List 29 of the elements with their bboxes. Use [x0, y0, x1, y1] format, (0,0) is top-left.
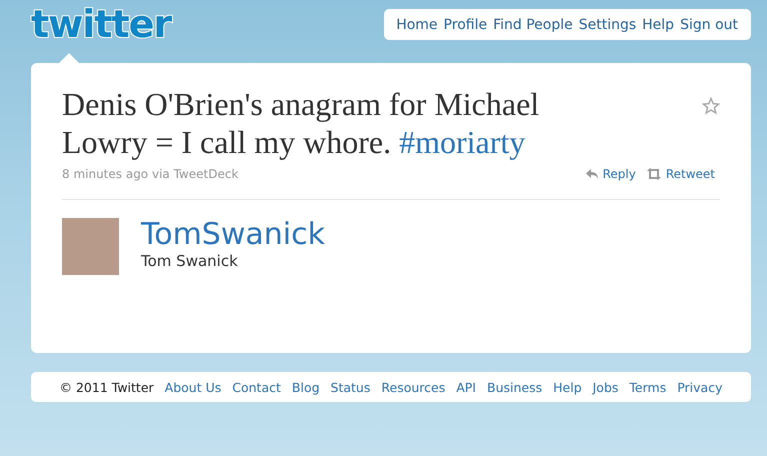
- footer-link[interactable]: Terms: [629, 380, 666, 394]
- tweet-text: Denis O'Brien's anagram for Michael Lowry = I call my whore. #moriarty: [62, 85, 540, 161]
- reply-arrow-icon[interactable]: [584, 168, 599, 180]
- nav-link[interactable]: Settings: [578, 17, 636, 33]
- nav-link[interactable]: Help: [642, 17, 674, 33]
- footer-link[interactable]: About Us: [164, 380, 222, 394]
- footer-link[interactable]: Privacy: [677, 380, 722, 394]
- nav-link[interactable]: Home: [396, 17, 438, 33]
- copyright-text: © 2011 Twitter: [60, 380, 154, 394]
- footer-link[interactable]: Business: [487, 380, 542, 394]
- nav-link[interactable]: Profile: [444, 17, 488, 33]
- reply-link[interactable]: Reply: [602, 167, 636, 181]
- footer-link[interactable]: Help: [553, 380, 582, 394]
- nav-link[interactable]: Find People: [493, 17, 573, 33]
- footer-link[interactable]: Contact: [232, 380, 281, 394]
- hashtag-link[interactable]: #moriarty: [399, 124, 526, 160]
- full-name: Tom Swanick: [141, 252, 239, 270]
- source-text: via TweetDeck: [152, 167, 238, 181]
- footer-link[interactable]: API: [456, 380, 476, 394]
- footer-link[interactable]: Jobs: [592, 380, 618, 394]
- footer-link[interactable]: Status: [330, 380, 370, 394]
- retweet-arrows-icon[interactable]: [646, 168, 662, 180]
- timestamp-link[interactable]: 8 minutes ago: [62, 167, 148, 181]
- retweet-link[interactable]: Retweet: [666, 167, 715, 181]
- footer-link[interactable]: Blog: [292, 380, 320, 394]
- star-icon[interactable]: [702, 97, 720, 115]
- screen-name-link[interactable]: TomSwanick: [141, 218, 325, 252]
- nav-link[interactable]: Sign out: [680, 17, 738, 33]
- footer-link[interactable]: Resources: [381, 380, 446, 394]
